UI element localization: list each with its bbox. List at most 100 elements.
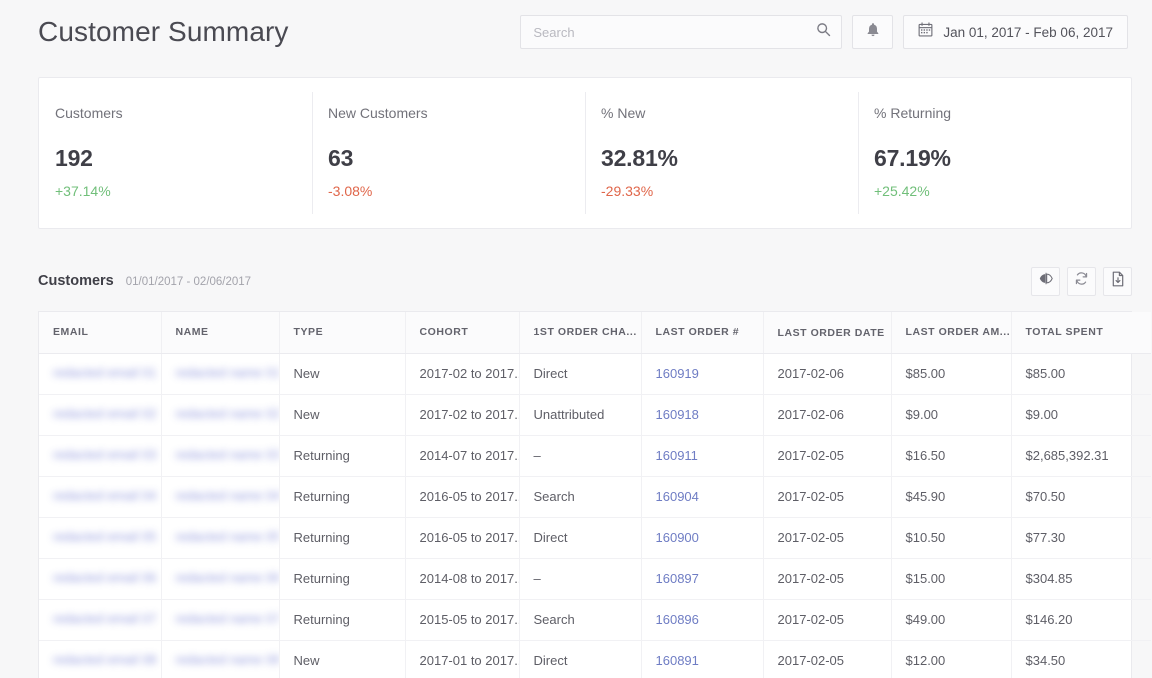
cell-last-order-date: 2017-02-06 bbox=[763, 353, 891, 394]
redacted-name: redacted name 04 bbox=[176, 488, 279, 503]
cell-last-order-amount: $10.50 bbox=[891, 517, 1011, 558]
cell-email[interactable]: redacted email 04 bbox=[39, 476, 161, 517]
cell-name[interactable]: redacted name 02 bbox=[161, 394, 279, 435]
cell-channel: – bbox=[519, 435, 641, 476]
redacted-name: redacted name 03 bbox=[176, 447, 279, 462]
order-link[interactable]: 160904 bbox=[656, 489, 699, 504]
cell-last-order[interactable]: 160896 bbox=[641, 599, 763, 640]
kpi-customers: Customers 192 +37.14% bbox=[39, 78, 312, 228]
cell-last-order[interactable]: 160900 bbox=[641, 517, 763, 558]
cell-last-order-date: 2017-02-05 bbox=[763, 558, 891, 599]
table-row[interactable]: redacted email 07 redacted name 07 Retur… bbox=[39, 599, 1151, 640]
kpi-value: 67.19% bbox=[874, 145, 1131, 172]
cell-cohort: 2014-07 to 2017... bbox=[405, 435, 519, 476]
cell-email[interactable]: redacted email 06 bbox=[39, 558, 161, 599]
cell-channel: Direct bbox=[519, 640, 641, 678]
table-row[interactable]: redacted email 02 redacted name 02 New 2… bbox=[39, 394, 1151, 435]
cell-last-order[interactable]: 160918 bbox=[641, 394, 763, 435]
column-header-type[interactable]: TYPE bbox=[279, 312, 405, 353]
cell-last-order[interactable]: 160897 bbox=[641, 558, 763, 599]
cell-last-order-amount: $12.00 bbox=[891, 640, 1011, 678]
notifications-button[interactable] bbox=[852, 15, 893, 49]
table-row[interactable]: redacted email 05 redacted name 05 Retur… bbox=[39, 517, 1151, 558]
compare-button[interactable] bbox=[1031, 267, 1060, 296]
cell-last-order[interactable]: 160891 bbox=[641, 640, 763, 678]
search-input[interactable] bbox=[533, 25, 816, 40]
redacted-email: redacted email 01 bbox=[53, 365, 156, 380]
cell-email[interactable]: redacted email 02 bbox=[39, 394, 161, 435]
cell-name[interactable]: redacted name 06 bbox=[161, 558, 279, 599]
cell-last-order-amount: $9.00 bbox=[891, 394, 1011, 435]
cell-last-order-amount: $15.00 bbox=[891, 558, 1011, 599]
cell-type: Returning bbox=[279, 517, 405, 558]
page-title: Customer Summary bbox=[38, 16, 289, 48]
order-link[interactable]: 160891 bbox=[656, 653, 699, 668]
table-row[interactable]: redacted email 06 redacted name 06 Retur… bbox=[39, 558, 1151, 599]
table-head: EMAIL NAME TYPE COHORT 1ST ORDER CHA... … bbox=[39, 312, 1151, 353]
cell-last-order[interactable]: 160911 bbox=[641, 435, 763, 476]
table-row[interactable]: redacted email 08 redacted name 08 New 2… bbox=[39, 640, 1151, 678]
cell-total-spent: $77.30 bbox=[1011, 517, 1151, 558]
cell-email[interactable]: redacted email 07 bbox=[39, 599, 161, 640]
redacted-name: redacted name 02 bbox=[176, 406, 279, 421]
cell-total-spent: $9.00 bbox=[1011, 394, 1151, 435]
cell-email[interactable]: redacted email 01 bbox=[39, 353, 161, 394]
cell-last-order[interactable]: 160904 bbox=[641, 476, 763, 517]
column-header-last-order-number[interactable]: LAST ORDER # bbox=[641, 312, 763, 353]
cell-cohort: 2017-02 to 2017... bbox=[405, 353, 519, 394]
order-link[interactable]: 160918 bbox=[656, 407, 699, 422]
order-link[interactable]: 160900 bbox=[656, 530, 699, 545]
cell-name[interactable]: redacted name 07 bbox=[161, 599, 279, 640]
cell-cohort: 2015-05 to 2017... bbox=[405, 599, 519, 640]
column-header-cohort[interactable]: COHORT bbox=[405, 312, 519, 353]
page-header: Customer Summary bbox=[0, 0, 1152, 64]
cell-name[interactable]: redacted name 03 bbox=[161, 435, 279, 476]
cell-total-spent: $2,685,392.31 bbox=[1011, 435, 1151, 476]
kpi-percent-returning: % Returning 67.19% +25.42% bbox=[858, 78, 1131, 228]
column-header-last-order-amount[interactable]: LAST ORDER AM... bbox=[891, 312, 1011, 353]
redacted-email: redacted email 07 bbox=[53, 611, 156, 626]
redacted-name: redacted name 07 bbox=[176, 611, 279, 626]
cell-name[interactable]: redacted name 01 bbox=[161, 353, 279, 394]
refresh-button[interactable] bbox=[1067, 267, 1096, 296]
cell-last-order[interactable]: 160919 bbox=[641, 353, 763, 394]
cell-email[interactable]: redacted email 08 bbox=[39, 640, 161, 678]
cell-last-order-date: 2017-02-06 bbox=[763, 394, 891, 435]
search-icon[interactable] bbox=[816, 22, 831, 42]
order-link[interactable]: 160897 bbox=[656, 571, 699, 586]
cell-total-spent: $34.50 bbox=[1011, 640, 1151, 678]
search-box[interactable] bbox=[520, 15, 842, 49]
cell-email[interactable]: redacted email 03 bbox=[39, 435, 161, 476]
cell-type: Returning bbox=[279, 558, 405, 599]
cell-last-order-date: 2017-02-05 bbox=[763, 640, 891, 678]
redacted-email: redacted email 06 bbox=[53, 570, 156, 585]
cell-email[interactable]: redacted email 05 bbox=[39, 517, 161, 558]
order-link[interactable]: 160911 bbox=[656, 448, 698, 463]
customers-table-header: Customers 01/01/2017 - 02/06/2017 bbox=[38, 264, 1132, 298]
date-range-picker[interactable]: Jan 01, 2017 - Feb 06, 2017 bbox=[903, 15, 1128, 49]
cell-type: Returning bbox=[279, 476, 405, 517]
redacted-name: redacted name 05 bbox=[176, 529, 279, 544]
cell-name[interactable]: redacted name 04 bbox=[161, 476, 279, 517]
cell-name[interactable]: redacted name 05 bbox=[161, 517, 279, 558]
column-header-total-spent[interactable]: TOTAL SPENT bbox=[1011, 312, 1151, 353]
order-link[interactable]: 160919 bbox=[656, 366, 699, 381]
customers-table-container: EMAIL NAME TYPE COHORT 1ST ORDER CHA... … bbox=[38, 311, 1132, 678]
kpi-value: 192 bbox=[55, 145, 312, 172]
table-row[interactable]: redacted email 04 redacted name 04 Retur… bbox=[39, 476, 1151, 517]
column-header-email[interactable]: EMAIL bbox=[39, 312, 161, 353]
cell-last-order-amount: $16.50 bbox=[891, 435, 1011, 476]
order-link[interactable]: 160896 bbox=[656, 612, 699, 627]
table-row[interactable]: redacted email 03 redacted name 03 Retur… bbox=[39, 435, 1151, 476]
redacted-email: redacted email 05 bbox=[53, 529, 156, 544]
column-header-first-order-channel[interactable]: 1ST ORDER CHA... bbox=[519, 312, 641, 353]
redacted-email: redacted email 08 bbox=[53, 652, 156, 667]
header-controls: Jan 01, 2017 - Feb 06, 2017 bbox=[520, 15, 1128, 49]
kpi-label: Customers bbox=[55, 105, 312, 121]
column-header-last-order-date[interactable]: LAST ORDER DATE bbox=[763, 312, 891, 353]
kpi-delta: +37.14% bbox=[55, 183, 312, 199]
column-header-name[interactable]: NAME bbox=[161, 312, 279, 353]
cell-name[interactable]: redacted name 08 bbox=[161, 640, 279, 678]
table-row[interactable]: redacted email 01 redacted name 01 New 2… bbox=[39, 353, 1151, 394]
download-button[interactable] bbox=[1103, 267, 1132, 296]
